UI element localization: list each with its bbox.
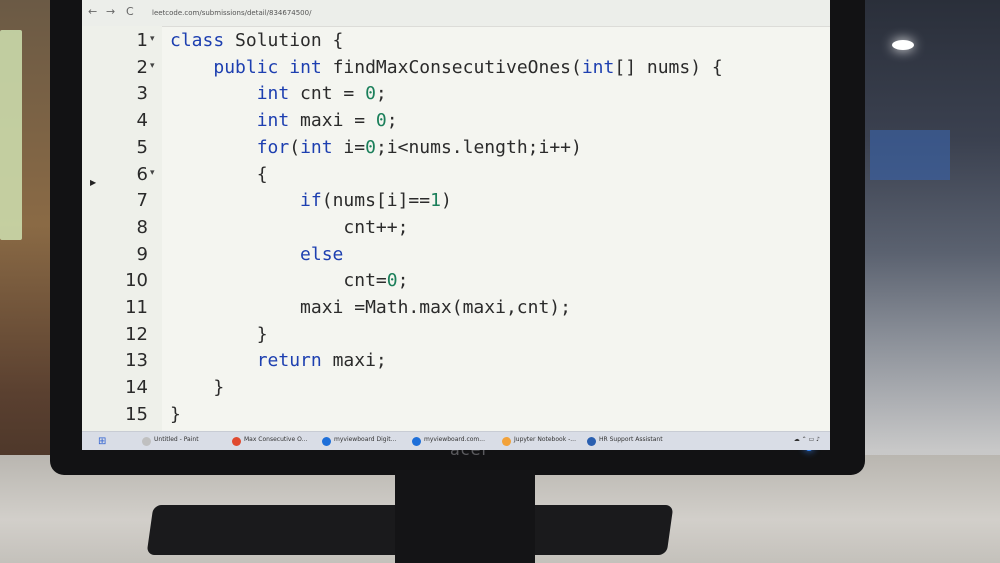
code-text: cnt++; xyxy=(170,216,409,238)
address-bar: ← → C leetcode.com/submissions/detail/83… xyxy=(82,0,830,27)
code-line[interactable]: 1 ▾ class Solution { xyxy=(82,30,830,56)
code-text: int maxi = 0; xyxy=(256,110,398,132)
taskbar-item[interactable]: myviewboard Digit... xyxy=(322,436,396,448)
app-icon xyxy=(412,437,421,446)
code-line[interactable]: 14 } xyxy=(82,377,830,403)
line-number: 14 xyxy=(125,377,148,399)
code-text: if(nums[i]==1) xyxy=(300,190,452,212)
fold-chevron-icon[interactable]: ▾ xyxy=(150,168,155,178)
code-line[interactable]: 11 maxi =Math.max(maxi,cnt); xyxy=(82,297,830,323)
line-number: 6 xyxy=(136,163,148,185)
code-line[interactable]: 3 int cnt = 0; xyxy=(82,83,830,109)
code-text: return maxi; xyxy=(256,350,387,372)
taskbar-item[interactable]: myviewboard.com... xyxy=(412,436,485,448)
wall-poster xyxy=(870,130,950,180)
code-text: maxi =Math.max(maxi,cnt); xyxy=(170,297,571,318)
code-line[interactable]: 6 ▾ { xyxy=(82,164,830,190)
code-text: } xyxy=(170,323,268,345)
taskbar-item-label: Untitled - Paint xyxy=(154,436,199,443)
taskbar-item-label: myviewboard.com... xyxy=(424,436,485,443)
monitor-stand xyxy=(395,470,535,563)
code-line[interactable]: 7 if(nums[i]==1) xyxy=(82,190,830,216)
taskbar-item[interactable]: Max Consecutive O... xyxy=(232,436,307,448)
taskbar-item-label: myviewboard Digit... xyxy=(334,436,397,443)
app-icon xyxy=(142,437,151,446)
system-tray: ☁ ⌃ ▭ ♪ xyxy=(793,436,820,443)
app-icon xyxy=(322,437,331,446)
code-text: } xyxy=(170,377,225,399)
line-number: 10 xyxy=(125,270,148,292)
windows-start-icon[interactable]: ⊞ xyxy=(98,436,106,447)
refresh-icon[interactable]: C xyxy=(126,5,134,18)
line-number: 8 xyxy=(136,216,148,238)
taskbar-item[interactable]: Jupyter Notebook -... xyxy=(502,436,576,448)
code-line[interactable]: 10 cnt=0; xyxy=(82,270,830,296)
code-text: } xyxy=(170,403,181,425)
code-line[interactable]: 15} xyxy=(82,404,830,430)
code-line[interactable]: 9 else xyxy=(82,244,830,270)
code-text: public int findMaxConsecutiveOnes(int[] … xyxy=(213,56,723,78)
app-icon xyxy=(587,437,596,446)
ceiling-lamp xyxy=(892,40,914,50)
code-text: else xyxy=(300,243,344,265)
line-number: 7 xyxy=(136,190,148,212)
taskbar-item-label: Jupyter Notebook -... xyxy=(514,436,576,443)
back-icon[interactable]: ← xyxy=(88,5,97,18)
fold-chevron-icon[interactable]: ▾ xyxy=(150,61,155,71)
code-text: int cnt = 0; xyxy=(256,83,387,105)
taskbar: ⊞ Untitled - Paint Max Consecutive O... my… xyxy=(82,431,830,450)
line-number: 13 xyxy=(125,350,148,372)
line-number: 2 xyxy=(136,56,148,78)
code-line[interactable]: 12 } xyxy=(82,324,830,350)
app-icon xyxy=(232,437,241,446)
code-line[interactable]: 4 int maxi = 0; xyxy=(82,110,830,136)
taskbar-item-label: HR Support Assistant xyxy=(599,436,663,443)
line-number: 4 xyxy=(136,110,148,132)
code-line[interactable]: 13 return maxi; xyxy=(82,350,830,376)
line-number: 1 xyxy=(136,30,148,51)
taskbar-item-label: Max Consecutive O... xyxy=(244,436,308,443)
screen: ← → C leetcode.com/submissions/detail/83… xyxy=(82,0,830,450)
code-text: { xyxy=(170,163,268,185)
line-number: 9 xyxy=(136,243,148,265)
code-line[interactable]: 5 for(int i=0;i<nums.length;i++) xyxy=(82,137,830,163)
window-light xyxy=(0,30,22,240)
line-number: 3 xyxy=(136,83,148,105)
taskbar-item[interactable]: Untitled - Paint xyxy=(142,436,199,448)
line-number: 15 xyxy=(125,403,148,425)
code-text: for(int i=0;i<nums.length;i++) xyxy=(256,136,582,158)
line-number: 11 xyxy=(125,297,148,318)
url-field[interactable]: leetcode.com/submissions/detail/83467450… xyxy=(152,9,311,17)
code-text: class Solution { xyxy=(170,30,344,51)
line-number: 12 xyxy=(125,323,148,345)
fold-chevron-icon[interactable]: ▾ xyxy=(150,34,155,44)
play-arrow-icon: ▶ xyxy=(90,178,97,187)
forward-icon[interactable]: → xyxy=(106,5,115,18)
app-icon xyxy=(502,437,511,446)
taskbar-item[interactable]: HR Support Assistant xyxy=(587,436,663,448)
line-number: 5 xyxy=(136,136,148,158)
code-line[interactable]: 8 cnt++; xyxy=(82,217,830,243)
code-text: cnt=0; xyxy=(170,270,409,292)
code-line[interactable]: 2 ▾ public int findMaxConsecutiveOnes(int… xyxy=(82,57,830,83)
